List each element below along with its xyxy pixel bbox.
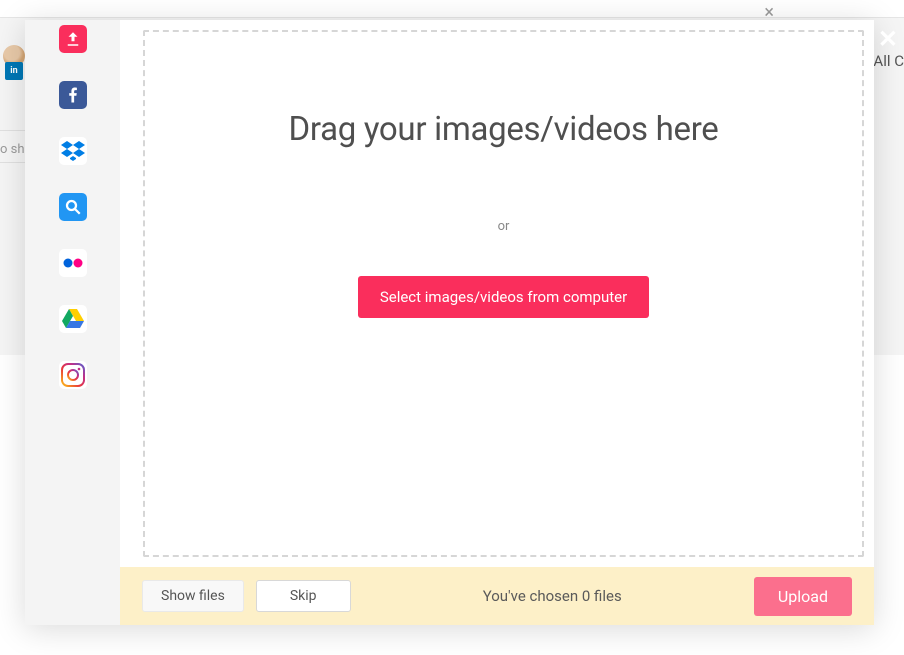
status-prefix: You've chosen bbox=[483, 587, 582, 605]
facebook-icon bbox=[64, 86, 82, 104]
dropzone-heading: Drag your images/videos here bbox=[288, 110, 718, 149]
select-files-button[interactable]: Select images/videos from computer bbox=[358, 276, 649, 318]
upload-icon bbox=[64, 30, 82, 48]
upload-modal: Drag your images/videos here or Select i… bbox=[25, 20, 874, 625]
linkedin-badge: in bbox=[5, 62, 23, 80]
main-panel: Drag your images/videos here or Select i… bbox=[120, 20, 874, 625]
source-google-drive[interactable] bbox=[59, 305, 87, 333]
file-count-status: You've chosen 0 files bbox=[351, 587, 754, 605]
skip-button[interactable]: Skip bbox=[256, 580, 351, 612]
search-icon bbox=[64, 198, 82, 216]
or-text: or bbox=[498, 219, 510, 234]
dropzone[interactable]: Drag your images/videos here or Select i… bbox=[143, 30, 864, 557]
close-icon[interactable]: ✕ bbox=[878, 25, 898, 53]
footer-bar: Show files Skip You've chosen 0 files Up… bbox=[120, 567, 874, 625]
source-facebook[interactable] bbox=[59, 81, 87, 109]
google-drive-icon bbox=[61, 307, 85, 331]
upload-button[interactable]: Upload bbox=[754, 577, 852, 616]
bg-text-fragment: All C bbox=[873, 52, 904, 70]
flickr-icon bbox=[61, 251, 85, 275]
instagram-icon bbox=[61, 363, 85, 387]
source-flickr[interactable] bbox=[59, 249, 87, 277]
bg-divider bbox=[0, 130, 25, 131]
source-dropbox[interactable] bbox=[59, 137, 87, 165]
bg-divider bbox=[0, 162, 25, 163]
source-search[interactable] bbox=[59, 193, 87, 221]
source-upload[interactable] bbox=[59, 25, 87, 53]
dropzone-wrapper: Drag your images/videos here or Select i… bbox=[120, 20, 874, 567]
source-sidebar bbox=[25, 20, 120, 625]
bg-text-fragment: o sh bbox=[0, 142, 25, 157]
dropbox-icon bbox=[61, 139, 85, 163]
show-files-button[interactable]: Show files bbox=[142, 580, 244, 612]
status-suffix: files bbox=[590, 587, 621, 605]
source-instagram[interactable] bbox=[59, 361, 87, 389]
